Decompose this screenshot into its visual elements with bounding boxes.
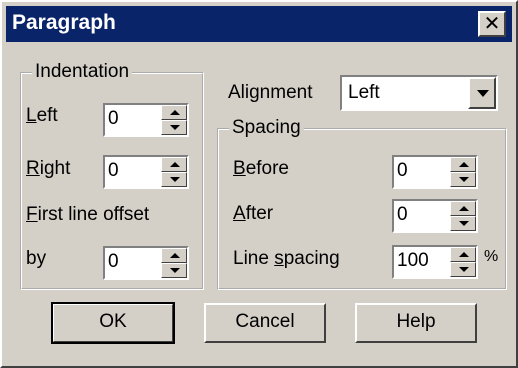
- arrow-up-icon: [170, 162, 180, 167]
- left-indent-down-button[interactable]: [161, 120, 187, 135]
- line-spacing-spinner[interactable]: 100: [392, 245, 478, 279]
- first-line-offset-value[interactable]: 0: [108, 251, 119, 273]
- right-indent-spinner[interactable]: 0: [103, 155, 189, 189]
- line-spacing-label: Line spacing: [233, 248, 340, 269]
- arrow-up-icon: [459, 162, 469, 167]
- first-line-offset-spinner[interactable]: 0: [103, 246, 189, 280]
- arrow-up-icon: [170, 253, 180, 258]
- line-spacing-up-button[interactable]: [450, 247, 476, 262]
- close-button[interactable]: ✕: [478, 11, 506, 37]
- first-line-offset-label: First line offset: [26, 204, 150, 225]
- arrow-down-icon: [459, 267, 469, 272]
- arrow-down-icon: [459, 177, 469, 182]
- chevron-down-icon: [477, 90, 489, 97]
- line-spacing-value[interactable]: 100: [397, 250, 429, 272]
- help-button[interactable]: Help: [355, 303, 477, 343]
- after-spinner[interactable]: 0: [392, 199, 478, 233]
- after-value[interactable]: 0: [397, 204, 408, 226]
- left-indent-spinner[interactable]: 0: [103, 103, 189, 137]
- dialog-title: Paragraph: [12, 11, 116, 34]
- right-indent-up-button[interactable]: [161, 157, 187, 172]
- arrow-down-icon: [459, 221, 469, 226]
- after-down-button[interactable]: [450, 216, 476, 231]
- before-label: Before: [233, 158, 289, 179]
- line-spacing-down-button[interactable]: [450, 262, 476, 277]
- left-label: Left: [26, 105, 58, 126]
- alignment-dropdown[interactable]: Left: [340, 75, 498, 111]
- title-bar[interactable]: Paragraph ✕: [6, 6, 512, 42]
- before-spinner[interactable]: 0: [392, 155, 478, 189]
- left-indent-up-button[interactable]: [161, 105, 187, 120]
- before-up-button[interactable]: [450, 157, 476, 172]
- arrow-down-icon: [170, 268, 180, 273]
- left-indent-value[interactable]: 0: [108, 108, 119, 130]
- spacing-legend: Spacing: [229, 117, 304, 139]
- alignment-dropdown-button[interactable]: [468, 77, 496, 109]
- arrow-up-icon: [459, 252, 469, 257]
- arrow-up-icon: [459, 206, 469, 211]
- arrow-up-icon: [170, 110, 180, 115]
- first-line-offset-down-button[interactable]: [161, 263, 187, 278]
- before-value[interactable]: 0: [397, 160, 408, 182]
- indentation-legend: Indentation: [32, 61, 133, 83]
- right-indent-down-button[interactable]: [161, 172, 187, 187]
- ok-button[interactable]: OK: [51, 302, 175, 344]
- after-label: After: [233, 203, 274, 224]
- arrow-down-icon: [170, 125, 180, 130]
- alignment-label: Alignment: [228, 82, 313, 103]
- percent-unit: %: [484, 248, 499, 265]
- cancel-button[interactable]: Cancel: [204, 303, 326, 343]
- close-icon: ✕: [483, 13, 501, 35]
- before-down-button[interactable]: [450, 172, 476, 187]
- right-label: Right: [26, 158, 71, 179]
- right-indent-value[interactable]: 0: [108, 160, 119, 182]
- arrow-down-icon: [170, 177, 180, 182]
- after-up-button[interactable]: [450, 201, 476, 216]
- first-line-offset-up-button[interactable]: [161, 248, 187, 263]
- by-label: by: [26, 248, 47, 269]
- alignment-value: Left: [348, 82, 380, 103]
